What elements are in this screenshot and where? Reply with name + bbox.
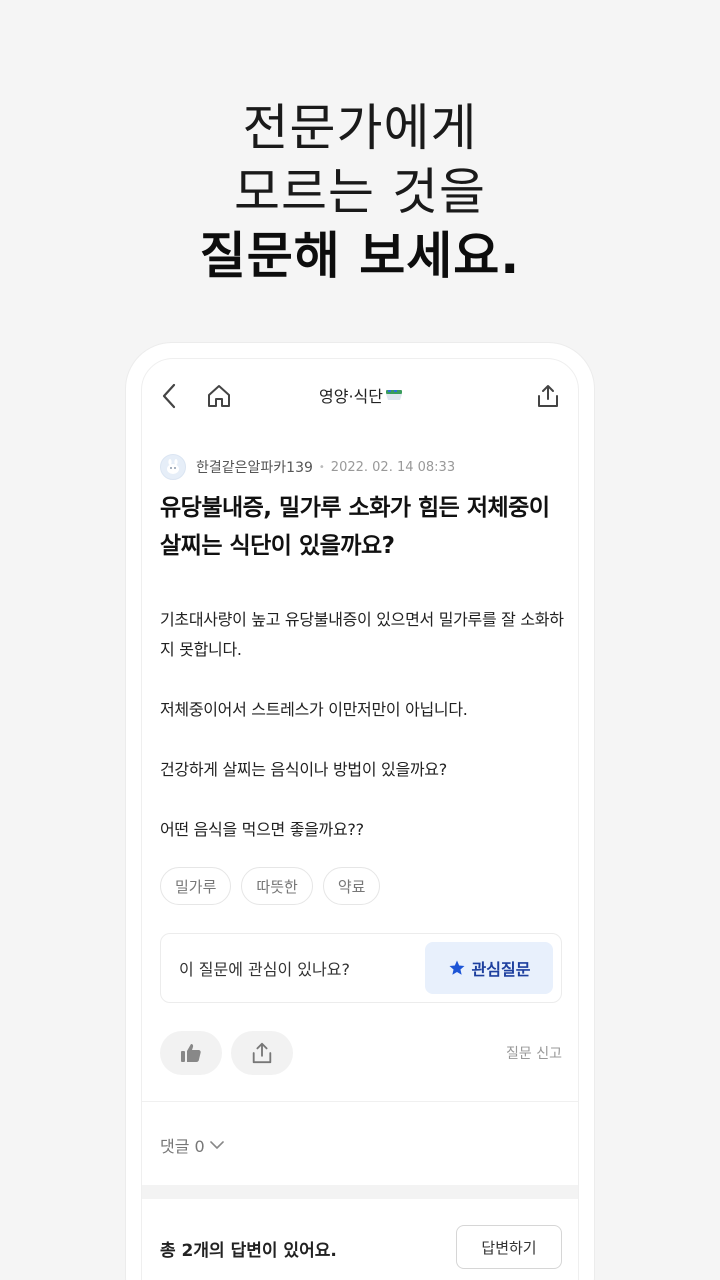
body-paragraph: 저체중이어서 스트레스가 이만저만이 아닙니다. bbox=[160, 700, 468, 719]
tag-chip[interactable]: 밀가루 bbox=[160, 867, 232, 905]
author-row: 한결같은알파카139 • 2022. 02. 14 08:33 bbox=[160, 453, 455, 481]
headline-line-2: 모르는 것을 bbox=[234, 163, 486, 221]
phone-screen: 영양·식단 한결같은알파카139 • 2022. 02. 14 08:33 유당… bbox=[141, 358, 579, 1280]
interest-question: 이 질문에 관심이 있나요? bbox=[179, 960, 350, 979]
headline: 전문가에게 모르는 것을 질문해 보세요. bbox=[0, 96, 720, 288]
page-title: 영양·식단 bbox=[142, 383, 578, 407]
tag-chip[interactable]: 약료 bbox=[322, 867, 381, 905]
share-button[interactable] bbox=[231, 1031, 293, 1075]
action-row: 질문 신고 bbox=[160, 1031, 562, 1075]
write-answer-button[interactable]: 답변하기 bbox=[456, 1225, 562, 1269]
section-divider bbox=[142, 1185, 578, 1199]
like-button[interactable] bbox=[160, 1031, 222, 1075]
body-paragraph: 어떤 음식을 먹으면 좋을까요?? bbox=[160, 820, 364, 839]
comments-toggle[interactable]: 댓글 0 bbox=[160, 1133, 225, 1157]
thumbs-up-icon bbox=[181, 1044, 201, 1062]
top-bar: 영양·식단 bbox=[142, 359, 578, 433]
question-body: 기초대사량이 높고 유당불내증이 있으면서 밀가루를 잘 소화하지 못합니다. … bbox=[160, 605, 564, 845]
share-top-button[interactable] bbox=[530, 378, 566, 414]
body-paragraph: 기초대사량이 높고 유당불내증이 있으면서 밀가루를 잘 소화하지 못합니다. bbox=[160, 610, 564, 659]
headline-line-1: 전문가에게 bbox=[242, 99, 478, 157]
avatar[interactable] bbox=[160, 454, 186, 480]
comments-label: 댓글 0 bbox=[160, 1137, 205, 1156]
post-date: 2022. 02. 14 08:33 bbox=[330, 459, 456, 475]
alpaca-avatar-icon bbox=[167, 459, 179, 474]
tag-chip[interactable]: 따뜻한 bbox=[241, 867, 313, 905]
page-title-text: 영양·식단 bbox=[319, 387, 383, 406]
share-icon bbox=[538, 385, 558, 407]
chevron-down-icon bbox=[209, 1141, 224, 1149]
food-bowl-icon bbox=[385, 390, 402, 400]
tag-list: 밀가루 따뜻한 약료 bbox=[160, 867, 381, 905]
separator-dot: • bbox=[318, 461, 325, 473]
author-name[interactable]: 한결같은알파카139 bbox=[196, 457, 313, 477]
question-title: 유당불내증, 밀가루 소화가 힘든 저체중이 살찌는 식단이 있을까요? bbox=[160, 495, 550, 559]
interest-question-button[interactable]: 관심질문 bbox=[425, 942, 553, 994]
body-paragraph: 건강하게 살찌는 음식이나 방법이 있을까요? bbox=[160, 760, 447, 779]
interest-button-label: 관심질문 bbox=[471, 960, 531, 979]
interest-box: 이 질문에 관심이 있나요? 관심질문 bbox=[160, 933, 562, 1003]
headline-line-3: 질문해 보세요. bbox=[199, 227, 521, 285]
report-link[interactable]: 질문 신고 bbox=[506, 1043, 562, 1063]
answers-count: 총 2개의 답변이 있어요. bbox=[160, 1241, 337, 1261]
answers-header: 총 2개의 답변이 있어요. 답변하기 bbox=[160, 1225, 562, 1269]
star-icon bbox=[449, 960, 465, 975]
share-icon bbox=[252, 1042, 272, 1064]
divider bbox=[142, 1101, 578, 1102]
